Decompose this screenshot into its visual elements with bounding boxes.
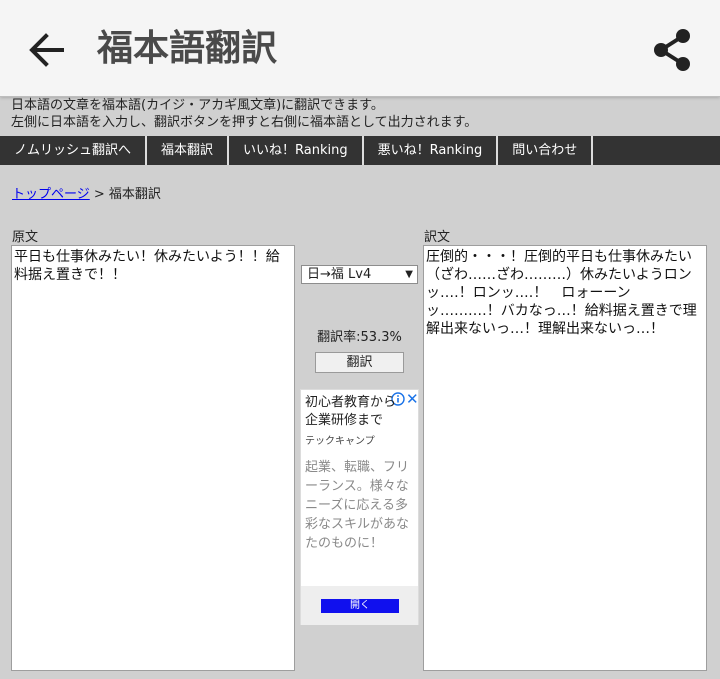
app-bar: 福本語翻訳 bbox=[0, 0, 720, 97]
breadcrumb-home-link[interactable]: トップページ bbox=[12, 187, 90, 202]
mode-select-value: 日→福 Lv4 bbox=[307, 267, 372, 282]
site-description: 日本語の文章を福本語(カイジ・アカギ風文章)に翻訳できます。 左側に日本語を入力… bbox=[11, 97, 477, 131]
app-title: 福本語翻訳 bbox=[97, 28, 278, 69]
main-nav: ノムリッシュ翻訳へ 福本翻訳 いいね！Ranking 悪いね！Ranking 問… bbox=[0, 136, 720, 165]
mode-select[interactable]: 日→福 Lv4 ▼ bbox=[301, 265, 418, 284]
share-icon bbox=[654, 29, 690, 71]
ad-headline[interactable]: 初心者教育から企業研修まで bbox=[305, 394, 405, 430]
breadcrumb: トップページ > 福本翻訳 bbox=[12, 186, 161, 204]
ad-open-button[interactable]: 開く bbox=[321, 599, 399, 613]
source-label: 原文 bbox=[12, 230, 39, 245]
target-output[interactable]: 圧倒的・・・！圧倒的平日も仕事休みたい（ざわ……ざわ………）休みたいようロンッ‥… bbox=[423, 245, 707, 671]
nav-item-nomrish[interactable]: ノムリッシュ翻訳へ bbox=[0, 136, 148, 165]
chevron-down-icon: ▼ bbox=[405, 269, 413, 280]
nav-item-contact[interactable]: 問い合わせ bbox=[498, 136, 594, 165]
target-label: 訳文 bbox=[424, 230, 451, 245]
breadcrumb-current: 福本翻訳 bbox=[108, 187, 161, 202]
description-line-1: 日本語の文章を福本語(カイジ・アカギ風文章)に翻訳できます。 bbox=[11, 98, 384, 113]
nav-item-dislike-ranking[interactable]: 悪いね！Ranking bbox=[364, 136, 499, 165]
ad-advertiser: テックキャンプ bbox=[305, 436, 375, 447]
ad-banner[interactable]: ✕ 初心者教育から企業研修まで テックキャンプ 起業、転職、フリーランス。様々な… bbox=[300, 389, 419, 625]
description-line-2: 左側に日本語を入力し、翻訳ボタンを押すと右側に福本語として出力されます。 bbox=[11, 115, 478, 130]
close-icon[interactable]: ✕ bbox=[406, 390, 419, 408]
translate-button[interactable]: 翻訳 bbox=[315, 352, 404, 373]
share-button[interactable] bbox=[646, 24, 698, 76]
nav-item-fukumoto[interactable]: 福本翻訳 bbox=[147, 136, 230, 165]
nav-item-like-ranking[interactable]: いいね！Ranking bbox=[229, 136, 364, 165]
ad-body: 起業、転職、フリーランス。様々なニーズに応える多彩なスキルがあなたのものに！ bbox=[305, 460, 410, 551]
arrow-left-icon bbox=[29, 33, 64, 67]
source-textarea[interactable]: 平日も仕事休みたい！休みたいよう！！給料据え置きで！！ bbox=[11, 245, 295, 671]
back-button[interactable] bbox=[24, 27, 70, 73]
translation-rate: 翻訳率:53.3% bbox=[317, 330, 402, 345]
breadcrumb-separator: > bbox=[89, 187, 109, 202]
